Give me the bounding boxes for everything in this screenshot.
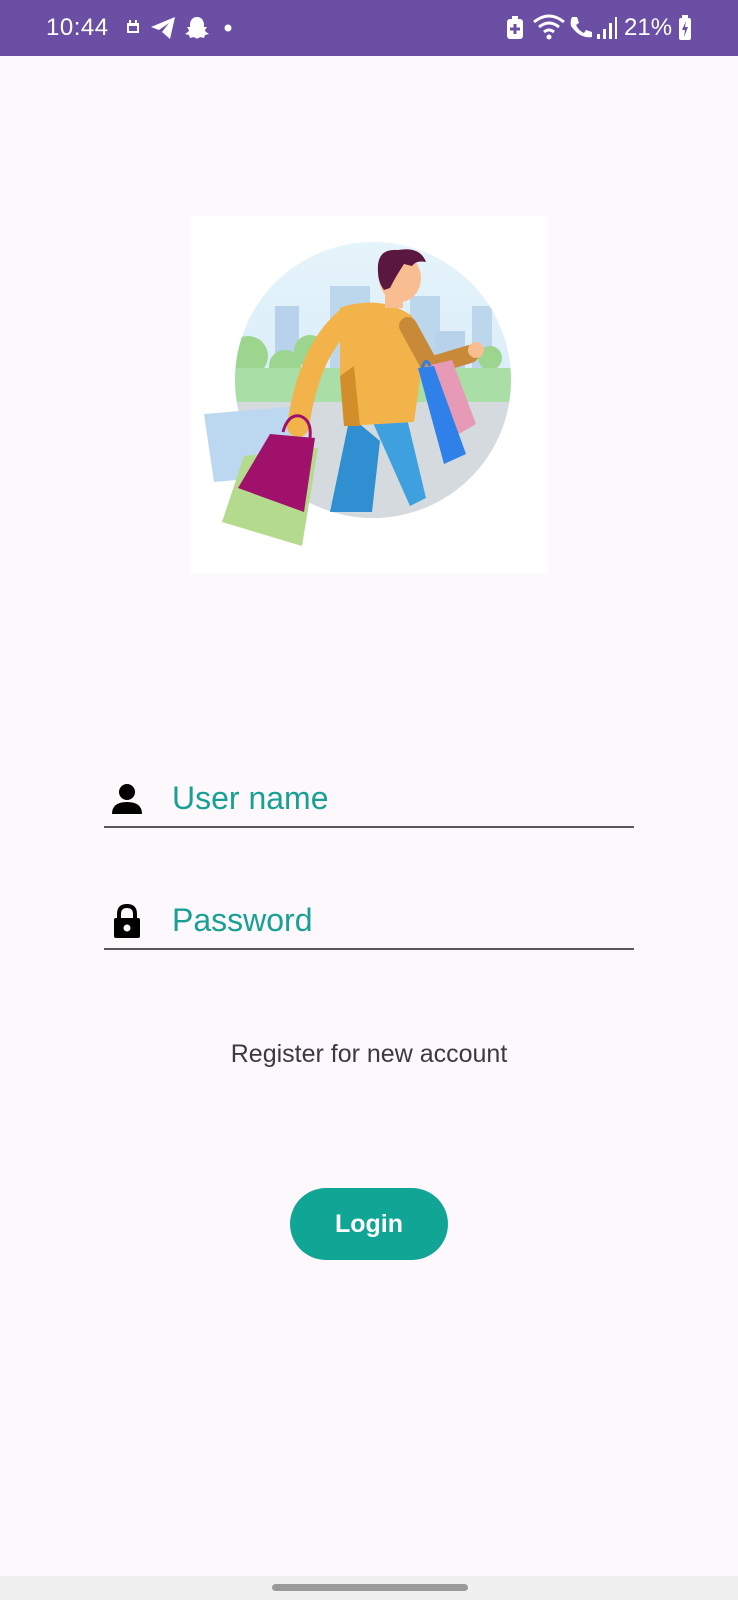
snapchat-icon: [185, 17, 209, 39]
wifi-icon: [533, 14, 565, 40]
person-icon: [112, 784, 142, 814]
battery-icon: [679, 15, 691, 40]
telegram-icon: [151, 17, 175, 39]
home-indicator[interactable]: [272, 1584, 468, 1591]
password-field[interactable]: [104, 894, 634, 950]
lock-icon: [114, 904, 140, 938]
navigation-bar: [0, 1576, 738, 1600]
username-input[interactable]: [172, 776, 622, 820]
status-time: 10:44: [46, 14, 109, 41]
calendar-icon: [127, 20, 139, 33]
signal-icon: [597, 17, 617, 39]
dot-icon: [224, 24, 232, 32]
battery-percentage: 21%: [624, 14, 673, 41]
shopping-man-illustration: [190, 216, 548, 574]
wifi-call-icon: [570, 17, 592, 38]
register-link[interactable]: Register for new account: [0, 1040, 738, 1069]
username-field[interactable]: [104, 772, 634, 828]
password-input[interactable]: [172, 898, 622, 942]
status-bar: 10:44 21%: [0, 0, 738, 56]
battery-saver-icon: [507, 16, 523, 39]
login-button[interactable]: Login: [290, 1188, 448, 1260]
